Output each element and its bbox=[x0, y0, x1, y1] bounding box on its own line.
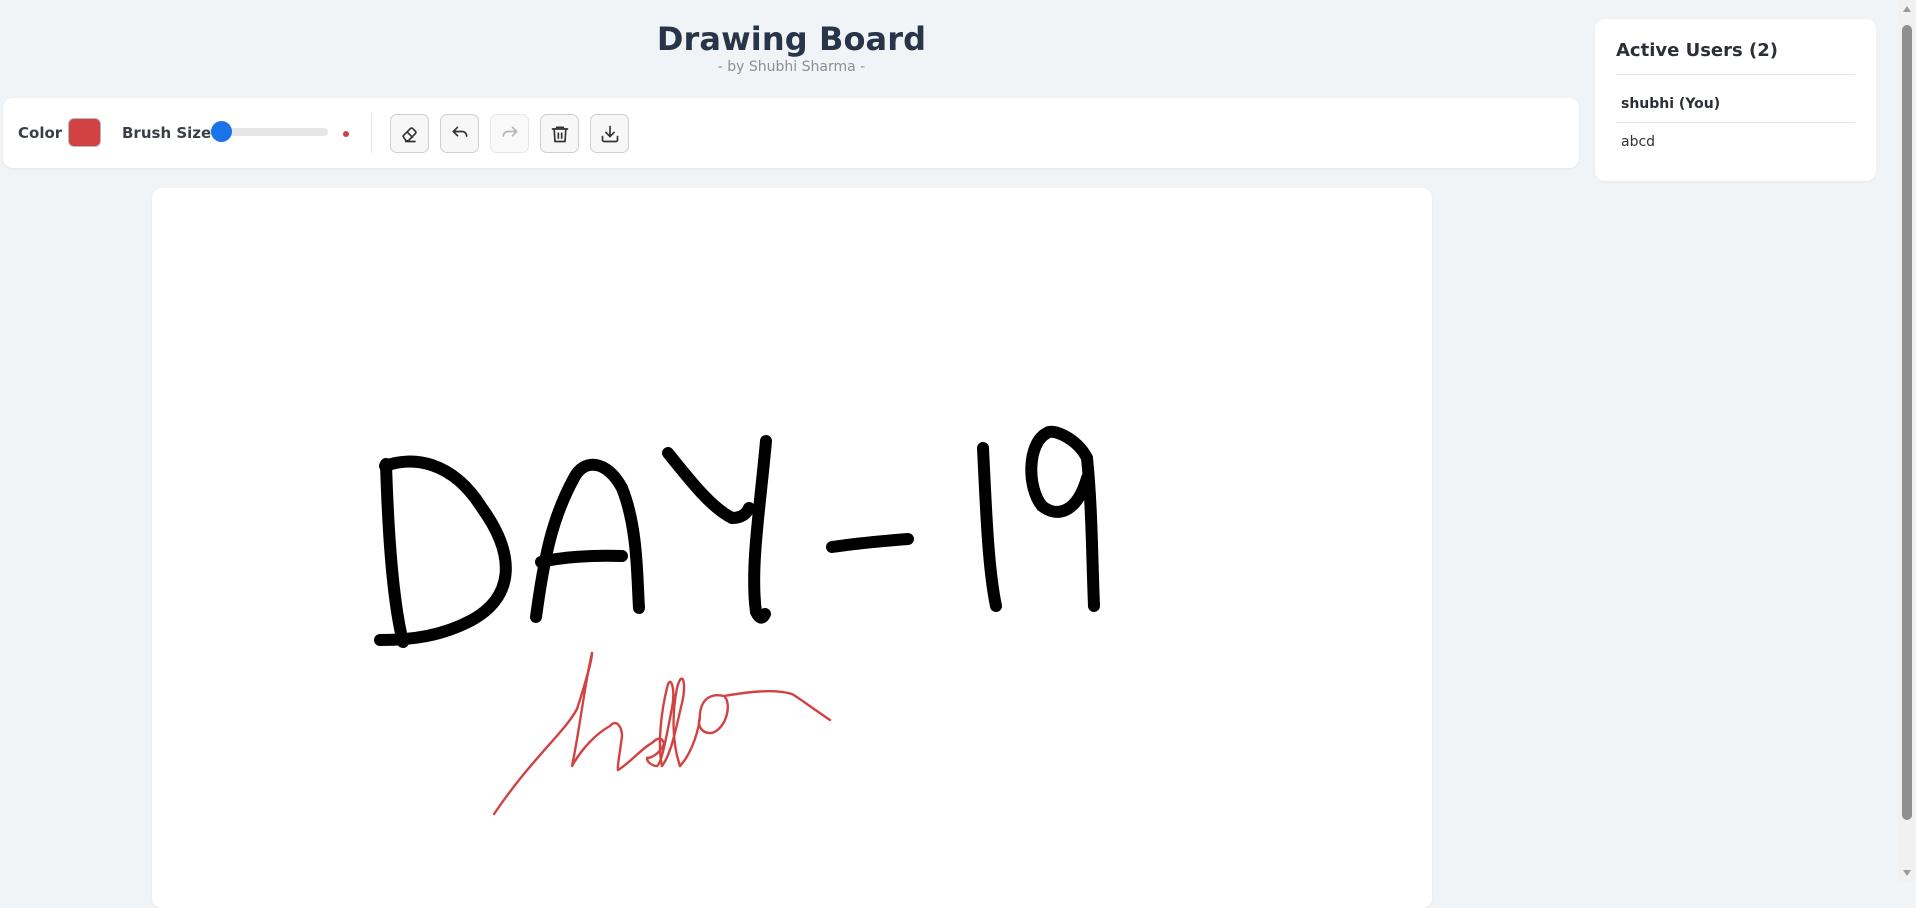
users-divider bbox=[1616, 74, 1855, 75]
page-header: Drawing Board - by Shubhi Sharma - bbox=[0, 18, 1583, 76]
eraser-icon bbox=[400, 124, 420, 144]
brush-size-slider-thumb[interactable] bbox=[211, 121, 233, 142]
stroke-hello bbox=[492, 651, 832, 816]
trash-icon bbox=[550, 124, 570, 144]
page-scrollbar[interactable] bbox=[1898, 0, 1916, 882]
color-picker[interactable] bbox=[68, 118, 101, 147]
scroll-up-arrow-icon[interactable] bbox=[1898, 0, 1916, 18]
scrollbar-thumb[interactable] bbox=[1902, 25, 1912, 820]
undo-icon bbox=[450, 124, 470, 144]
users-divider bbox=[1616, 122, 1855, 123]
brush-preview-dot bbox=[343, 131, 349, 137]
clear-button[interactable] bbox=[540, 114, 579, 153]
toolbar: Color Brush Size bbox=[3, 98, 1579, 168]
user-item-self: shubhi (You) bbox=[1621, 96, 1721, 112]
page-title: Drawing Board bbox=[656, 20, 927, 58]
active-users-title: Active Users (2) bbox=[1616, 40, 1778, 61]
scroll-down-arrow-icon[interactable] bbox=[1898, 864, 1916, 882]
stroke-day-19 bbox=[374, 425, 1100, 648]
drawing-canvas[interactable] bbox=[152, 188, 1432, 908]
redo-icon bbox=[500, 124, 520, 144]
color-label: Color bbox=[18, 124, 63, 142]
download-button[interactable] bbox=[590, 114, 629, 153]
brush-size-label: Brush Size bbox=[122, 124, 212, 142]
redo-button[interactable] bbox=[490, 114, 529, 153]
toolbar-divider bbox=[371, 113, 372, 153]
undo-button[interactable] bbox=[440, 114, 479, 153]
download-icon bbox=[600, 124, 620, 144]
user-item: abcd bbox=[1621, 134, 1656, 150]
eraser-button[interactable] bbox=[390, 114, 429, 153]
page-subtitle: - by Shubhi Sharma - bbox=[717, 59, 866, 75]
active-users-panel: Active Users (2) shubhi (You) abcd bbox=[1595, 19, 1876, 181]
